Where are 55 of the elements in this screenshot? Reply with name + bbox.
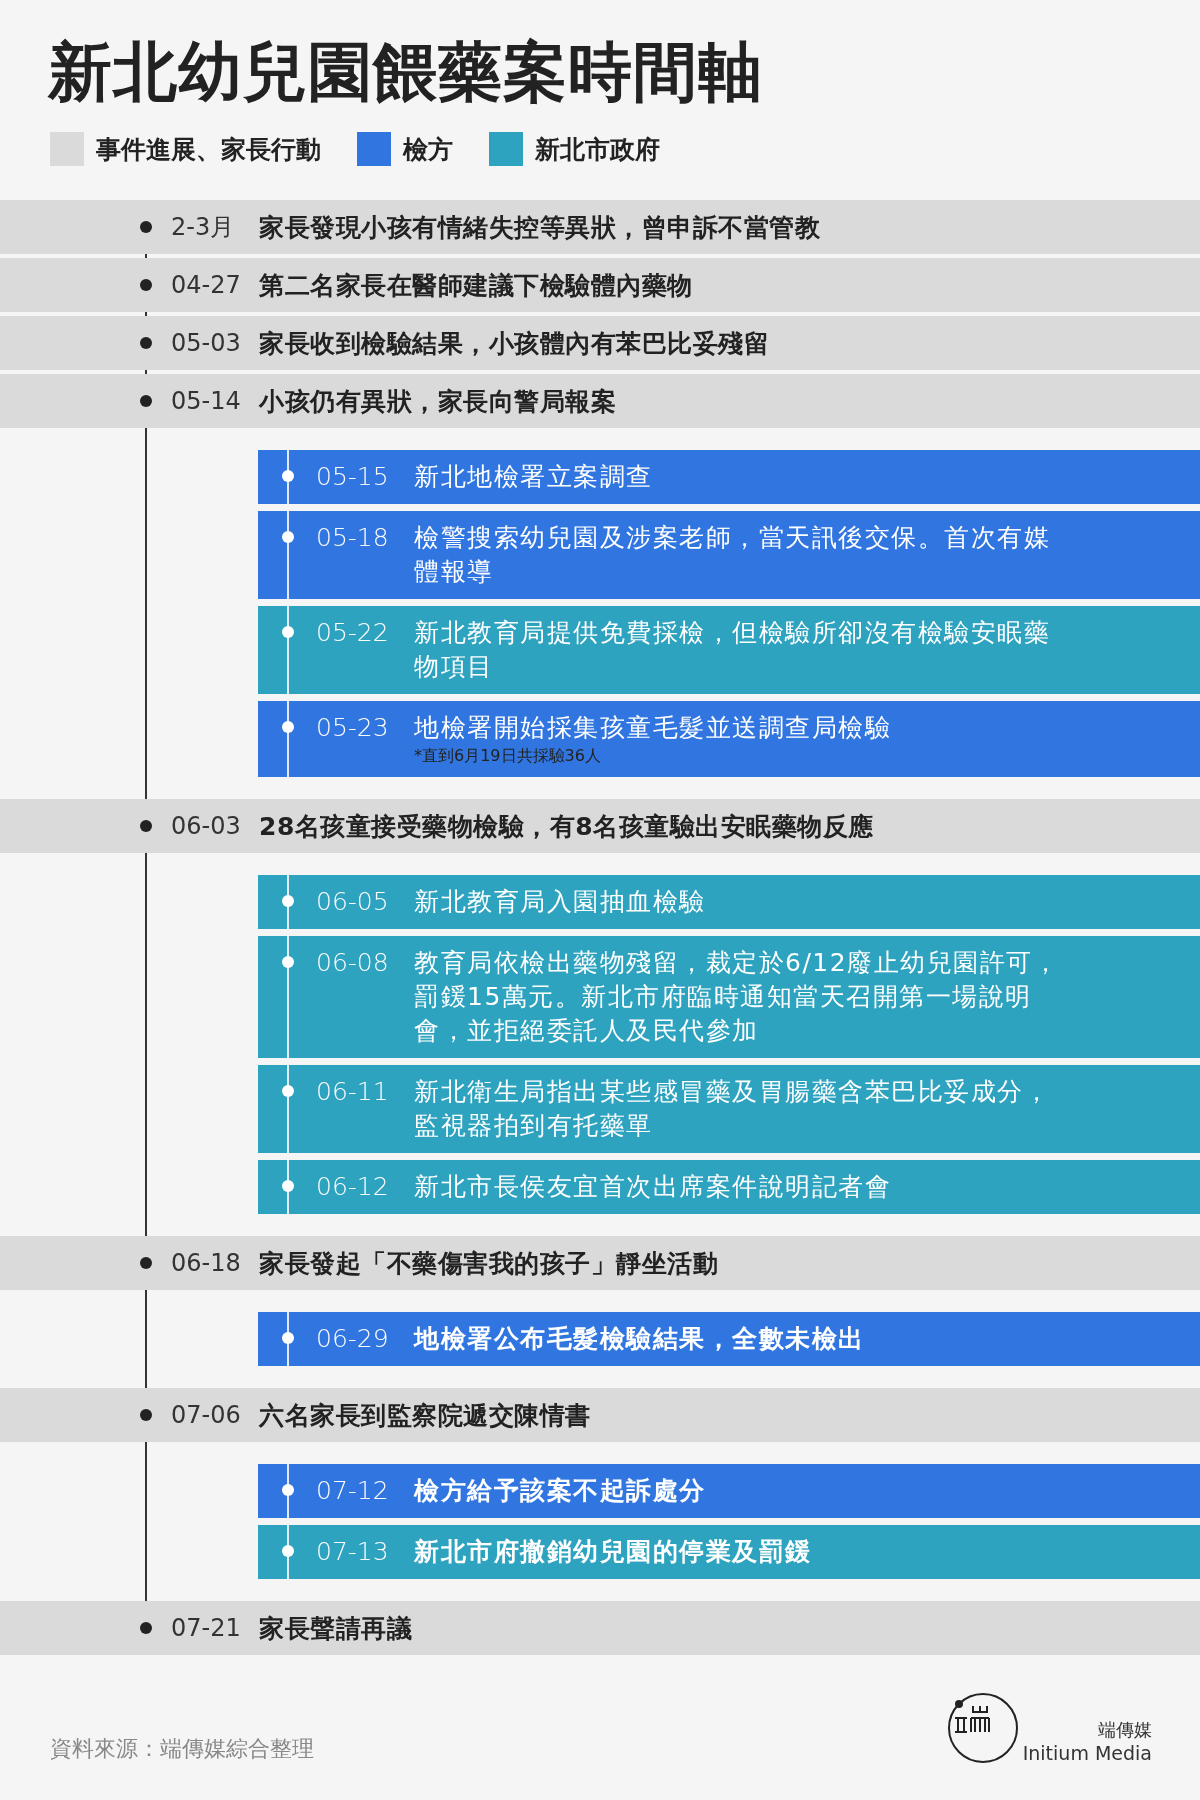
event-date: 06-08 — [316, 947, 390, 979]
event-date: 06-29 — [316, 1323, 390, 1355]
legend-label: 檢方 — [403, 133, 453, 166]
brand-name: 端傳媒 — [1098, 1718, 1152, 1742]
logo-icon — [946, 1692, 1019, 1764]
event-text: 新北地檢署立案調查 — [414, 461, 654, 493]
source-note: 資料來源：端傳媒綜合整理 — [50, 1735, 314, 1763]
event-date: 07-06 — [171, 1401, 242, 1429]
event-text: 新北衛生局指出某些感冒藥及胃腸藥含苯巴比妥成分，監視器拍到有托藥單 — [414, 1076, 1051, 1142]
event-text: 新北教育局提供免費採檢，但檢驗所卻沒有檢驗安眠藥物項目 — [414, 617, 1051, 683]
legend-label: 新北市政府 — [535, 133, 660, 166]
event-text: 28名孩童接受藥物檢驗，有8名孩童驗出安眠藥物反應 — [259, 810, 874, 843]
page-title: 新北幼兒園餵藥案時間軸 — [48, 34, 764, 111]
event-date: 06-11 — [316, 1076, 390, 1108]
event-text: 新北市府撤銷幼兒園的停業及罰鍰 — [414, 1536, 813, 1568]
event-date: 07-21 — [171, 1614, 242, 1642]
event-date: 05-14 — [171, 387, 242, 415]
event-date: 05-18 — [316, 522, 390, 554]
event-text: 檢方給予該案不起訴處分 — [414, 1475, 707, 1507]
event-text: 家長收到檢驗結果，小孩體內有苯巴比妥殘留 — [259, 327, 769, 360]
timeline-dot — [140, 337, 152, 349]
event-date: 06-18 — [171, 1249, 242, 1277]
event-date: 07-12 — [316, 1475, 390, 1507]
event-text: 第二名家長在醫師建議下檢驗體內藥物 — [259, 269, 693, 302]
event-date: 05-23 — [316, 712, 390, 744]
event-date: 2-3月 — [171, 212, 236, 243]
timeline-dot — [140, 395, 152, 407]
event-date: 05-22 — [316, 617, 390, 649]
event-date: 05-15 — [316, 461, 390, 493]
event-text: 家長發起「不藥傷害我的孩子」靜坐活動 — [259, 1247, 718, 1280]
legend-label: 事件進展、家長行動 — [96, 133, 321, 166]
timeline-dot — [140, 1257, 152, 1269]
brand-name: Initium Media — [1022, 1742, 1152, 1764]
event-note: *直到6月19日共採驗36人 — [414, 745, 602, 767]
event-text: 地檢署公布毛髮檢驗結果，全數未檢出 — [414, 1323, 866, 1355]
timeline-dot — [140, 221, 152, 233]
timeline-dot — [140, 1622, 152, 1634]
event-text: 新北市長侯友宜首次出席案件說明記者會 — [414, 1171, 892, 1203]
event-date: 06-05 — [316, 886, 390, 918]
event-date: 04-27 — [171, 271, 242, 299]
event-text: 教育局依檢出藥物殘留，裁定於6/12廢止幼兒園許可，罰鍰15萬元。新北市府臨時通知當天召開第一場說明會，並拒絕委託人及民代參加 — [414, 947, 1061, 1047]
timeline-dot — [140, 279, 152, 291]
event-text: 家長聲請再議 — [259, 1612, 412, 1645]
timeline-dot — [140, 1409, 152, 1421]
event-text: 地檢署開始採集孩童毛髮並送調查局檢驗 — [414, 712, 892, 744]
event-text: 檢警搜索幼兒園及涉案老師，當天訊後交保。首次有媒體報導 — [414, 522, 1051, 588]
event-date: 07-13 — [316, 1536, 390, 1568]
event-text: 家長發現小孩有情緒失控等異狀，曾申訴不當管教 — [259, 211, 820, 244]
event-date: 06-03 — [171, 812, 242, 840]
event-date: 05-03 — [171, 329, 242, 357]
timeline-dot — [140, 820, 152, 832]
event-text: 六名家長到監察院遞交陳情書 — [259, 1399, 591, 1432]
event-date: 06-12 — [316, 1171, 390, 1203]
event-text: 新北教育局入園抽血檢驗 — [414, 886, 707, 918]
event-text: 小孩仍有異狀，家長向警局報案 — [259, 385, 616, 418]
